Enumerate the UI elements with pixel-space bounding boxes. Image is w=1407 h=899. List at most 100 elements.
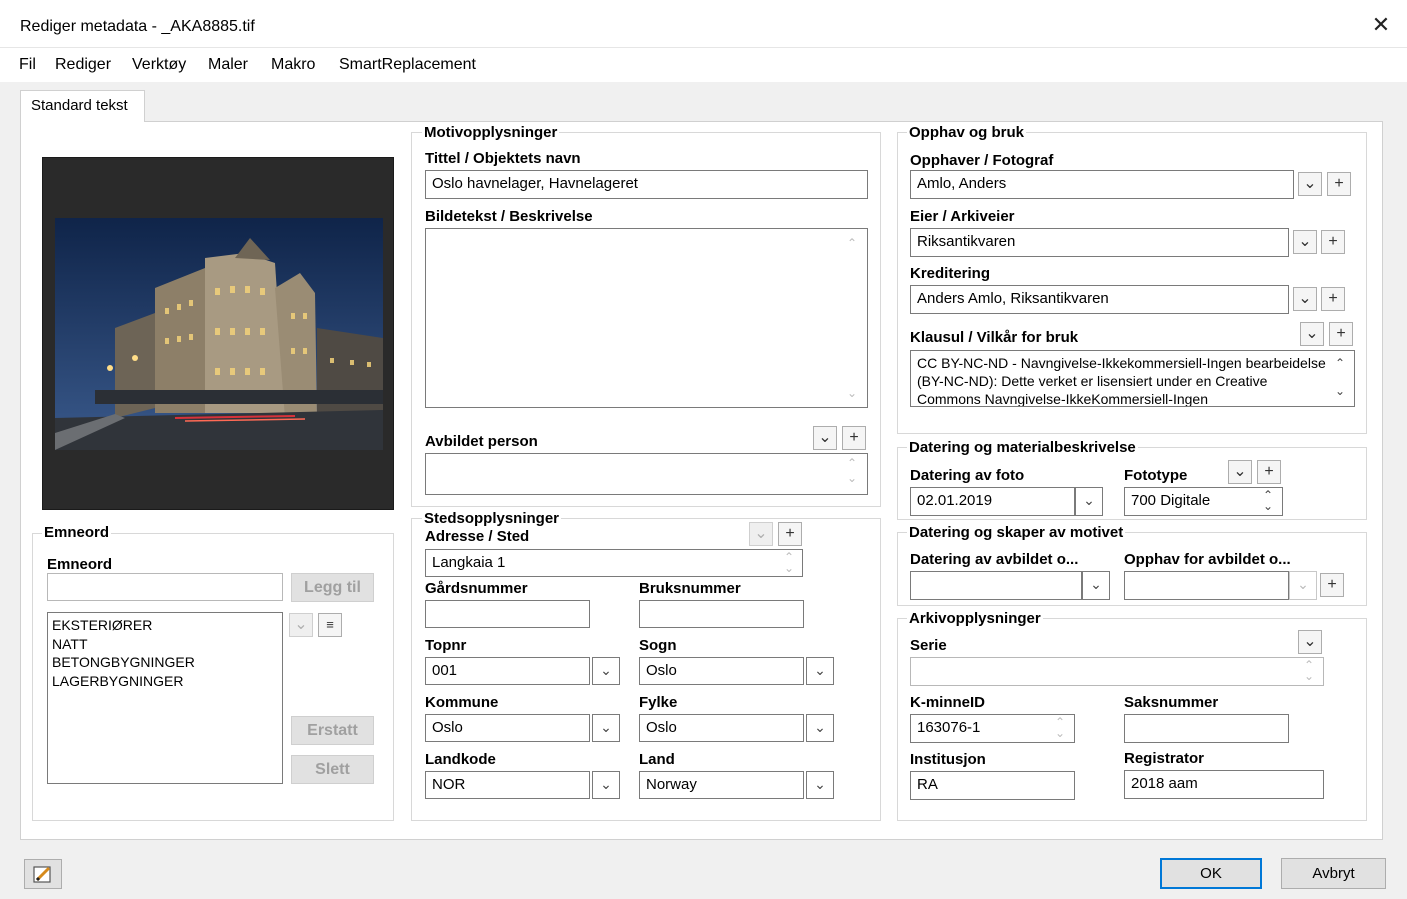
legg-til-button[interactable]: Legg til (291, 573, 374, 602)
clause-textarea[interactable]: CC BY-NC-ND - Navngivelse-Ikkekommersiel… (910, 350, 1355, 407)
chevron-down-icon[interactable]: ⌄ (1298, 172, 1322, 196)
landkode-label: Landkode (425, 751, 496, 768)
address-label: Adresse / Sted (425, 528, 530, 545)
spinner-icon[interactable]: ⌃ ⌄ (780, 551, 798, 574)
owner-input[interactable]: Riksantikvaren (910, 228, 1289, 257)
date-input[interactable]: 02.01.2019 (910, 487, 1075, 516)
edit-pencil-icon[interactable] (24, 859, 62, 889)
emneord-list[interactable]: EKSTERIØRER NATT BETONGBYGNINGER LAGERBY… (47, 612, 283, 784)
plus-icon[interactable]: + (1329, 322, 1353, 346)
chevron-down-icon[interactable]: ⌄ (806, 657, 834, 685)
land-select[interactable]: Norway (639, 771, 804, 799)
list-item[interactable]: NATT (52, 635, 278, 654)
window-title: Rediger metadata - _AKA8885.tif (20, 18, 255, 35)
caption-label: Bildetekst / Beskrivelse (425, 208, 593, 225)
chevron-down-icon[interactable]: ⌄ (289, 613, 313, 637)
menu-smartreplacement[interactable]: SmartReplacement (339, 56, 476, 74)
motiv-creator-label: Opphav for avbildet o... (1124, 551, 1291, 568)
chevron-down-icon[interactable]: ⌄ (592, 657, 620, 685)
saksnr-input[interactable] (1124, 714, 1289, 743)
spinner-icon[interactable]: ⌃ ⌄ (1051, 716, 1069, 739)
registrator-input[interactable]: 2018 aam (1124, 770, 1324, 799)
gardsnr-label: Gårdsnummer (425, 580, 528, 597)
institusjon-input[interactable]: RA (910, 771, 1075, 800)
list-item[interactable]: LAGERBYGNINGER (52, 672, 278, 691)
spinner-icon[interactable]: ⌃ ⌄ (1300, 659, 1318, 682)
chevron-down-icon[interactable]: ⌄ (806, 771, 834, 799)
address-input[interactable]: Langkaia 1 (425, 549, 803, 577)
land-label: Land (639, 751, 675, 768)
chevron-down-icon[interactable]: ⌄ (813, 426, 837, 450)
cancel-button[interactable]: Avbryt (1281, 858, 1386, 889)
ok-button[interactable]: OK (1160, 858, 1262, 889)
scroll-down-icon[interactable]: ⌄ (1331, 384, 1349, 398)
motiv-date-label: Datering av avbildet o... (910, 551, 1079, 568)
serie-label: Serie (910, 637, 947, 654)
plus-icon[interactable]: + (1320, 573, 1344, 597)
fototype-label: Fototype (1124, 467, 1188, 484)
gardsnr-input[interactable] (425, 600, 590, 628)
chevron-down-icon[interactable]: ⌄ (749, 522, 773, 546)
saksnr-label: Saksnummer (1124, 694, 1219, 711)
plus-icon[interactable]: + (778, 522, 802, 546)
title-label: Tittel / Objektets navn (425, 150, 581, 167)
datering-legend: Datering og materialbeskrivelse (907, 439, 1138, 456)
chevron-down-icon[interactable]: ⌄ (1293, 287, 1317, 311)
institusjon-label: Institusjon (910, 751, 986, 768)
chevron-down-icon[interactable]: ⌄ (1298, 630, 1322, 654)
chevron-down-icon[interactable]: ⌄ (1075, 487, 1103, 516)
topnr-select[interactable]: 001 (425, 657, 590, 685)
sogn-label: Sogn (639, 637, 677, 654)
slett-button[interactable]: Slett (291, 755, 374, 784)
owner-label: Eier / Arkiveier (910, 208, 1015, 225)
emneord-input[interactable] (47, 573, 283, 601)
plus-icon[interactable]: + (1321, 230, 1345, 254)
chevron-down-icon[interactable]: ⌄ (1228, 460, 1252, 484)
tab-standard-tekst[interactable]: Standard tekst (20, 90, 145, 122)
menu-verktoy[interactable]: Verktøy (132, 56, 186, 74)
plus-icon[interactable]: + (842, 426, 866, 450)
menu-maler[interactable]: Maler (208, 56, 248, 74)
menu-fil[interactable]: Fil (19, 56, 36, 74)
chevron-down-icon[interactable]: ⌄ (1293, 230, 1317, 254)
kommune-select[interactable]: Oslo (425, 714, 590, 742)
list-item[interactable]: BETONGBYGNINGER (52, 653, 278, 672)
chevron-down-icon[interactable]: ⌄ (806, 714, 834, 742)
chevron-down-icon[interactable]: ⌄ (1300, 322, 1324, 346)
scroll-up-icon[interactable]: ⌃ (843, 236, 861, 250)
plus-icon[interactable]: + (1257, 460, 1281, 484)
plus-icon[interactable]: + (1327, 172, 1351, 196)
sort-list-icon[interactable]: ≡ (318, 613, 342, 637)
title-input[interactable]: Oslo havnelager, Havnelageret (425, 170, 868, 199)
credit-input[interactable]: Anders Amlo, Riksantikvaren (910, 285, 1289, 314)
erstatt-button[interactable]: Erstatt (291, 716, 374, 745)
person-input[interactable] (425, 453, 868, 495)
emneord-label: Emneord (47, 556, 113, 573)
serie-input[interactable] (910, 657, 1324, 686)
motiv-date-select[interactable] (910, 571, 1082, 600)
landkode-select[interactable]: NOR (425, 771, 590, 799)
menu-rediger[interactable]: Rediger (55, 56, 111, 74)
close-icon[interactable]: ✕ (1368, 12, 1394, 38)
opphav-legend: Opphav og bruk (907, 124, 1027, 141)
photographer-input[interactable]: Amlo, Anders (910, 170, 1294, 199)
motiv-legend: Motivopplysninger (422, 124, 560, 141)
bruksnr-input[interactable] (639, 600, 804, 628)
scroll-up-icon[interactable]: ⌃ (1331, 356, 1349, 370)
spinner-icon[interactable]: ⌃ ⌄ (1259, 489, 1277, 512)
chevron-down-icon[interactable]: ⌄ (1082, 571, 1110, 600)
motiv-creator-select[interactable] (1124, 571, 1289, 600)
plus-icon[interactable]: + (1321, 287, 1345, 311)
chevron-down-icon[interactable]: ⌄ (592, 771, 620, 799)
spinner-icon[interactable]: ⌃ ⌄ (843, 456, 861, 486)
fylke-select[interactable]: Oslo (639, 714, 804, 742)
chevron-down-icon[interactable]: ⌄ (592, 714, 620, 742)
arkiv-legend: Arkivopplysninger (907, 610, 1043, 627)
caption-textarea[interactable] (425, 228, 868, 408)
scroll-down-icon[interactable]: ⌄ (843, 386, 861, 400)
chevron-down-icon[interactable]: ⌄ (1289, 571, 1317, 600)
menu-makro[interactable]: Makro (271, 56, 315, 74)
list-item[interactable]: EKSTERIØRER (52, 616, 278, 635)
sogn-select[interactable]: Oslo (639, 657, 804, 685)
kminne-label: K-minneID (910, 694, 985, 711)
